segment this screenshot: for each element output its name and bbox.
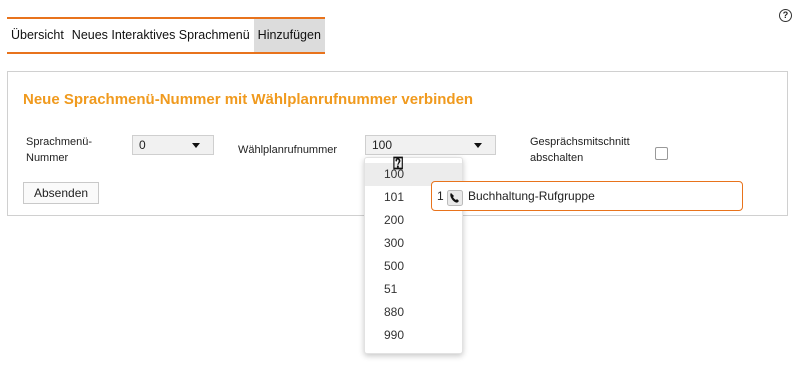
dial-plan-value: 100 bbox=[372, 138, 393, 152]
menu-number-label-line2: Nummer bbox=[26, 152, 69, 164]
chevron-down-icon bbox=[192, 143, 200, 148]
help-icon[interactable]: ? bbox=[779, 9, 792, 22]
recording-off-checkbox[interactable] bbox=[655, 147, 668, 160]
menu-number-select[interactable]: 0 bbox=[132, 135, 214, 155]
menu-number-label: Sprachmenü- Nummer bbox=[26, 134, 92, 166]
phone-icon bbox=[447, 188, 463, 216]
recording-label: Gesprächsmitschnitt abschalten bbox=[530, 134, 630, 166]
dropdown-option[interactable]: 880 bbox=[365, 301, 462, 324]
recording-label-line1: Gesprächsmitschnitt bbox=[530, 136, 630, 148]
dial-plan-select[interactable]: 100 bbox=[365, 135, 496, 155]
help-cursor-icon: ⍰ bbox=[393, 154, 404, 173]
dropdown-option[interactable]: 300 bbox=[365, 232, 462, 255]
dial-plan-label: Wählplanrufnummer bbox=[238, 144, 338, 156]
submit-button[interactable]: Absenden bbox=[23, 182, 100, 204]
dropdown-option[interactable]: 990 bbox=[365, 324, 462, 347]
dropdown-option[interactable]: 51 bbox=[365, 278, 462, 301]
tooltip-number: 1 bbox=[437, 189, 444, 203]
menu-number-value: 0 bbox=[139, 138, 146, 152]
recording-label-line2: abschalten bbox=[530, 152, 584, 164]
dropdown-option[interactable]: 500 bbox=[365, 255, 462, 278]
tab-overview[interactable]: Übersicht bbox=[7, 19, 68, 52]
option-tooltip: 1 Buchhaltung-Rufgruppe bbox=[431, 181, 743, 211]
tab-new-ivr[interactable]: Neues Interaktives Sprachmenü bbox=[68, 19, 254, 52]
chevron-down-icon bbox=[474, 143, 482, 148]
tab-add[interactable]: Hinzufügen bbox=[253, 19, 325, 52]
menu-number-label-line1: Sprachmenü- bbox=[26, 136, 93, 148]
tab-bar: Übersicht Neues Interaktives Sprachmenü … bbox=[7, 17, 325, 54]
tooltip-name: Buchhaltung-Rufgruppe bbox=[468, 189, 595, 203]
form-title: Neue Sprachmenü-Nummer mit Wählplanrufnu… bbox=[23, 91, 474, 108]
